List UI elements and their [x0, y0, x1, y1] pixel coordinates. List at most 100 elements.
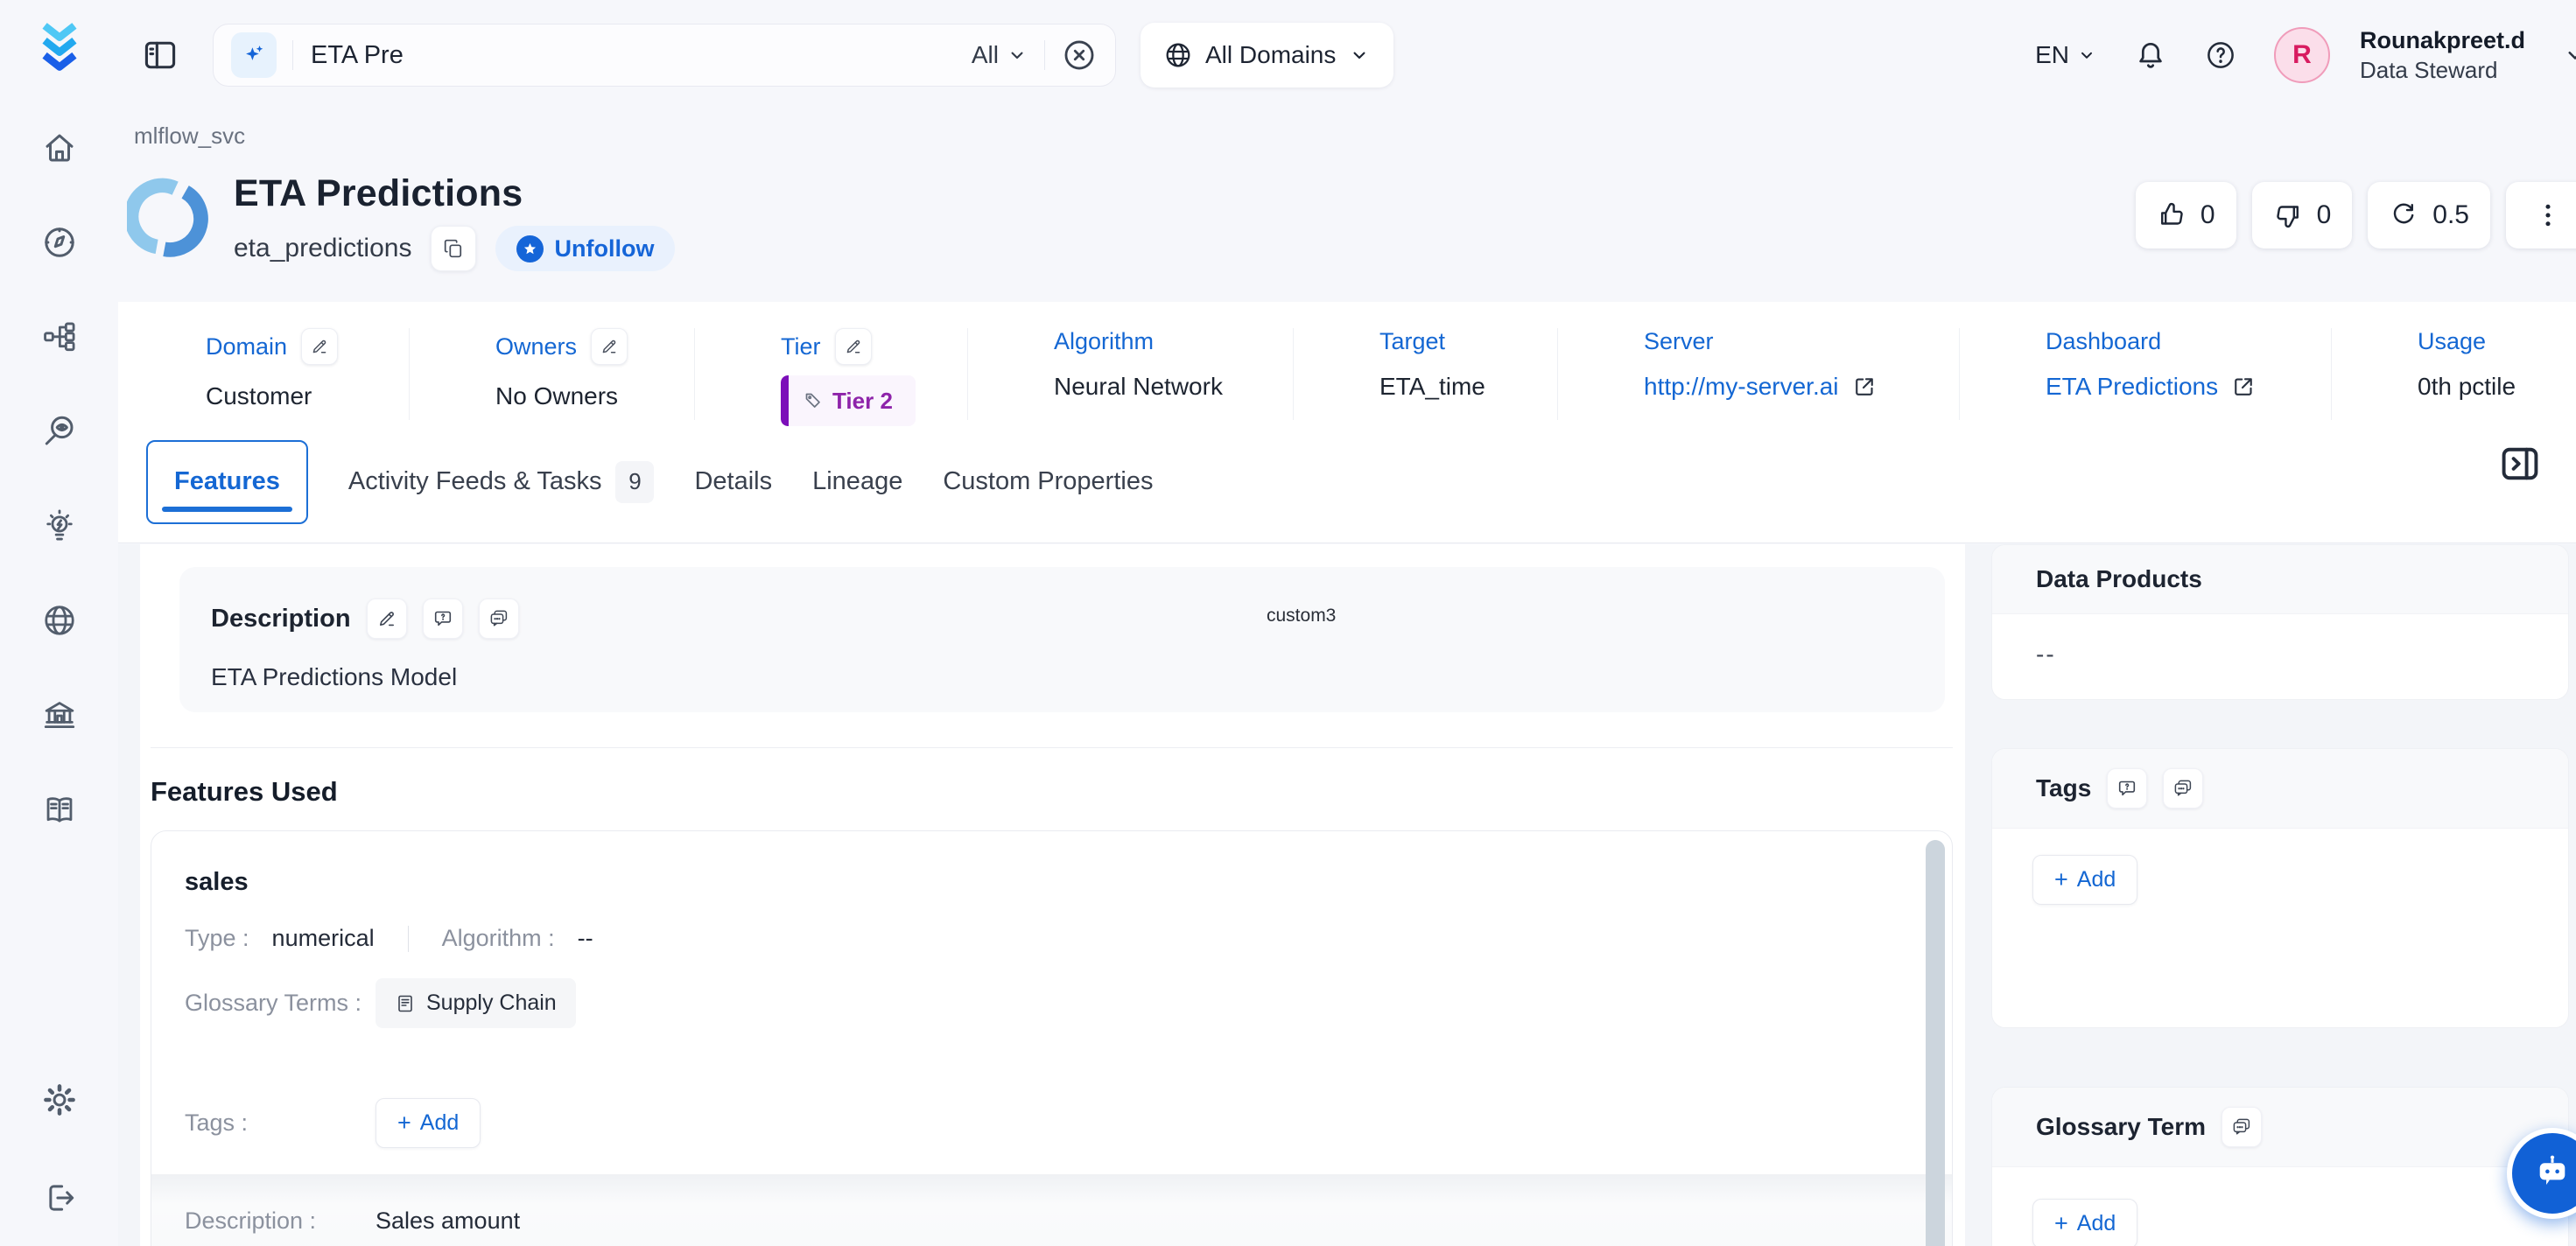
- info-group-dashboard: Dashboard ETA Predictions: [1959, 328, 2331, 420]
- features-tab-panel: Description custom3 ETA Predictions Mode…: [140, 544, 1965, 1246]
- add-tag-button[interactable]: + Add: [2032, 855, 2137, 905]
- clear-search-icon[interactable]: [1061, 37, 1098, 74]
- settings-icon[interactable]: [41, 1082, 78, 1118]
- server-link[interactable]: http://my-server.ai: [1644, 373, 1839, 401]
- feature-name[interactable]: sales: [185, 868, 1891, 897]
- pencil-icon: [844, 337, 863, 356]
- plus-icon: +: [2054, 1210, 2068, 1237]
- sidebar-toggle-icon[interactable]: [141, 36, 179, 74]
- algorithm-value: Neural Network: [1054, 373, 1223, 401]
- search-scope-select[interactable]: All: [972, 41, 1028, 69]
- copy-name-button[interactable]: [431, 226, 476, 271]
- thumbs-down-icon: [2273, 200, 2303, 230]
- right-panel: Data Products -- Tags + Add Glossary Ter…: [1991, 544, 2569, 1246]
- user-role: Data Steward: [2360, 56, 2525, 85]
- description-conversation-button[interactable]: [479, 598, 519, 639]
- tab-lineage[interactable]: Lineage: [812, 467, 902, 496]
- external-link-icon[interactable]: [1851, 374, 1878, 400]
- ai-sparkle-icon[interactable]: [231, 32, 277, 78]
- page-title: ETA Predictions: [234, 172, 675, 215]
- notifications-bell-icon[interactable]: [2134, 38, 2167, 72]
- collapse-right-panel-icon[interactable]: [2497, 441, 2543, 486]
- info-group-domain: Domain Customer: [206, 328, 409, 420]
- edit-domain-button[interactable]: [301, 328, 338, 365]
- domains-icon[interactable]: [41, 602, 78, 639]
- info-group-tier: Tier Tier 2: [694, 328, 967, 420]
- observability-icon[interactable]: [41, 413, 78, 450]
- version-history-icon: [2389, 200, 2418, 230]
- add-feature-tag-button[interactable]: + Add: [376, 1098, 481, 1148]
- help-icon[interactable]: [2204, 38, 2237, 72]
- edit-owners-button[interactable]: [591, 328, 628, 365]
- breadcrumb[interactable]: mlflow_svc: [134, 122, 2576, 150]
- explore-icon[interactable]: [41, 224, 78, 261]
- thumbs-up-icon: [2157, 200, 2186, 230]
- more-actions-button[interactable]: [2506, 182, 2576, 248]
- version-button[interactable]: 0.5: [2368, 182, 2490, 248]
- star-icon: [516, 235, 544, 262]
- upvote-count: 0: [2200, 200, 2215, 230]
- home-icon[interactable]: [41, 130, 78, 166]
- pencil-icon: [600, 337, 619, 356]
- edit-description-button[interactable]: [367, 598, 407, 639]
- info-group-target: Target ETA_time: [1293, 328, 1557, 420]
- glossary-term-chip[interactable]: Supply Chain: [376, 978, 576, 1028]
- feature-list-card: sales Type : numerical Algorithm : -- Gl…: [151, 830, 1953, 1246]
- owners-value: No Owners: [495, 382, 618, 410]
- tab-custom-properties[interactable]: Custom Properties: [943, 467, 1153, 496]
- tab-activity-label: Activity Feeds & Tasks: [348, 467, 602, 496]
- tab-activity[interactable]: Activity Feeds & Tasks 9: [348, 461, 655, 503]
- domain-value: Customer: [206, 382, 312, 410]
- owners-label[interactable]: Owners: [495, 333, 577, 360]
- tab-details-label: Details: [694, 467, 772, 496]
- global-search[interactable]: All: [213, 24, 1116, 87]
- app-logo-icon[interactable]: [34, 21, 85, 77]
- comment-question-icon: [432, 608, 453, 629]
- user-menu[interactable]: Rounakpreet.d Data Steward: [2360, 26, 2525, 84]
- tags-conversation-button[interactable]: [2163, 768, 2203, 808]
- dashboard-link[interactable]: ETA Predictions: [2046, 373, 2218, 401]
- upvote-button[interactable]: 0: [2136, 182, 2236, 248]
- target-value: ETA_time: [1379, 373, 1485, 401]
- glossary-icon[interactable]: [41, 791, 78, 828]
- tab-details[interactable]: Details: [694, 467, 772, 496]
- feature-type-value: numerical: [272, 925, 375, 952]
- glossary-conversation-button[interactable]: [2222, 1107, 2262, 1147]
- feature-description-label: Description :: [185, 1208, 376, 1235]
- edit-tier-button[interactable]: [835, 328, 872, 365]
- chevron-down-icon[interactable]: [2562, 42, 2576, 68]
- insights-icon[interactable]: [41, 508, 78, 544]
- chevron-down-icon: [2076, 45, 2097, 66]
- entity-header-card: Domain Customer Owners No Owners Tier Ti…: [118, 302, 2576, 543]
- request-tags-button[interactable]: [2107, 768, 2147, 808]
- copy-icon: [442, 237, 465, 260]
- avatar[interactable]: R: [2274, 27, 2330, 83]
- tab-features[interactable]: Features: [146, 440, 308, 524]
- tier-label[interactable]: Tier: [781, 333, 821, 360]
- request-description-button[interactable]: [423, 598, 463, 639]
- downvote-button[interactable]: 0: [2252, 182, 2353, 248]
- version-number: 0.5: [2432, 200, 2469, 230]
- domain-filter-button[interactable]: All Domains: [1141, 23, 1393, 88]
- data-flow-icon[interactable]: [41, 318, 78, 355]
- feature-footer: Description : Sales amount: [151, 1174, 1952, 1246]
- tier-badge[interactable]: Tier 2: [781, 375, 916, 426]
- language-select[interactable]: EN: [2035, 41, 2097, 69]
- add-glossary-term-label: Add: [2077, 1211, 2116, 1236]
- logout-icon[interactable]: [41, 1180, 78, 1216]
- info-group-server: Server http://my-server.ai: [1557, 328, 1959, 420]
- external-link-icon[interactable]: [2230, 374, 2257, 400]
- entity-actions: 0 0 0.5: [2136, 182, 2576, 248]
- features-used-heading: Features Used: [151, 776, 1965, 808]
- domain-label[interactable]: Domain: [206, 333, 287, 360]
- add-glossary-term-button[interactable]: + Add: [2032, 1199, 2137, 1246]
- data-products-card: Data Products --: [1991, 544, 2569, 700]
- comment-question-icon: [2116, 778, 2137, 799]
- governance-icon[interactable]: [41, 696, 78, 733]
- unfollow-button[interactable]: Unfollow: [495, 226, 675, 271]
- search-input[interactable]: [309, 40, 972, 71]
- feature-list-scrollbar[interactable]: [1926, 840, 1945, 1246]
- glossary-doc-icon: [395, 993, 416, 1014]
- feature-glossary-row: Glossary Terms : Supply Chain: [185, 978, 1891, 1028]
- pencil-icon: [310, 337, 329, 356]
